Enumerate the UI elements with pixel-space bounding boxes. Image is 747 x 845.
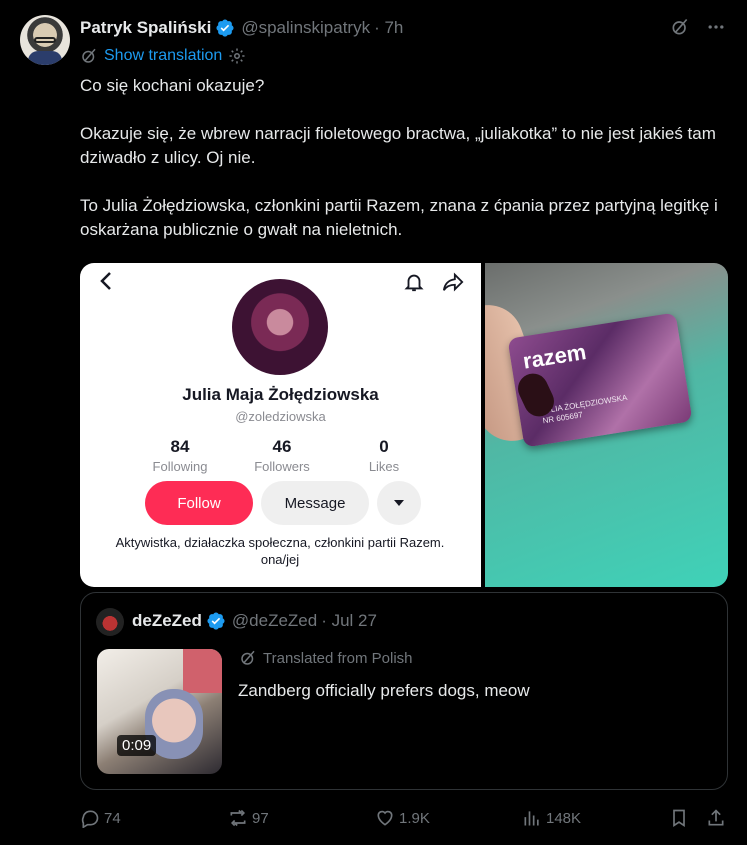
stat-label: Following xyxy=(152,459,208,474)
bookmark-icon xyxy=(673,809,685,828)
quote-video-thumbnail[interactable]: 0:09 xyxy=(97,649,222,774)
stat-label: Followers xyxy=(254,459,310,474)
profile-bio: Aktywistka, działaczka społeczna, członk… xyxy=(110,534,450,568)
like-button[interactable]: 1.9K xyxy=(375,806,430,830)
author-handle[interactable]: @spalinskipatryk xyxy=(241,18,370,38)
post-header: Patryk Spaliński @spalinskipatryk · 7h xyxy=(80,17,403,39)
message-button: Message xyxy=(261,481,369,525)
party-card-photo[interactable]: razem JULIA ŻOŁĘDZIOWSKA NR 605697 xyxy=(485,263,728,587)
stat-number: 46 xyxy=(272,437,292,456)
quote-author-name[interactable]: deZeZed xyxy=(132,611,202,631)
translation-row: Show translation xyxy=(80,47,246,65)
bell-icon xyxy=(404,274,424,292)
repost-count: 97 xyxy=(252,809,269,827)
post-paragraph: Okazuje się, że wbrew narracji fioletowe… xyxy=(80,124,716,167)
stat-followers: 46 Followers xyxy=(237,437,327,474)
stat-number: 84 xyxy=(170,437,190,456)
heart-icon xyxy=(377,810,393,826)
post-top-actions xyxy=(669,16,727,38)
post-media: Julia Maja Żołędziowska @zoledziowska 84… xyxy=(80,263,728,587)
reply-count: 74 xyxy=(104,809,121,827)
dropdown-button xyxy=(377,481,421,525)
post-paragraph: To Julia Żołędziowska, członkini partii … xyxy=(80,196,718,239)
views-chart-icon xyxy=(524,811,539,826)
repost-icon xyxy=(230,809,246,827)
post-text: Co się kochani okazuje? Okazuje się, że … xyxy=(80,74,730,242)
quote-avatar[interactable] xyxy=(96,608,124,636)
bookmark-button[interactable] xyxy=(669,806,689,830)
grok-translate-icon xyxy=(241,650,255,665)
repost-button[interactable]: 97 xyxy=(228,806,269,830)
stat-likes: 0 Likes xyxy=(339,437,429,474)
action-bar: 74 97 1.9K 148K xyxy=(80,806,728,830)
author-name[interactable]: Patryk Spaliński xyxy=(80,18,211,38)
reply-button[interactable]: 74 xyxy=(80,806,121,830)
video-duration: 0:09 xyxy=(117,735,157,756)
share-button[interactable] xyxy=(706,806,726,830)
views-button[interactable]: 148K xyxy=(522,806,581,830)
back-arrow-icon xyxy=(100,272,111,290)
stat-label: Likes xyxy=(368,459,400,474)
quote-translated-row: Translated from Polish xyxy=(239,649,413,667)
grok-translate-icon xyxy=(82,48,96,63)
stat-following: 84 Following xyxy=(135,437,225,474)
gear-icon[interactable] xyxy=(228,47,246,65)
follow-button: Follow xyxy=(145,481,253,525)
reply-icon xyxy=(81,810,99,828)
verified-badge-icon xyxy=(216,19,234,37)
quoted-post[interactable]: deZeZed @deZeZed · Jul 27 0:09 Translate… xyxy=(80,592,728,790)
bio-pronouns: ona/jej xyxy=(260,552,300,567)
quote-author-handle[interactable]: @deZeZed xyxy=(232,611,317,631)
show-translation-link[interactable]: Show translation xyxy=(104,47,222,65)
bio-line: Aktywistka, działaczka społeczna, członk… xyxy=(115,535,445,550)
profile-buttons: Follow Message xyxy=(145,481,421,525)
razem-logo: razem xyxy=(521,339,588,374)
verified-badge-icon xyxy=(207,612,225,630)
author-avatar[interactable] xyxy=(20,15,70,65)
views-count: 148K xyxy=(546,809,582,827)
grok-icon[interactable] xyxy=(669,16,691,38)
quote-time[interactable]: · Jul 27 xyxy=(321,611,377,631)
translated-label: Translated from Polish xyxy=(263,649,413,667)
profile-name: Julia Maja Żołędziowska xyxy=(182,385,379,404)
profile-username: @zoledziowska xyxy=(235,409,326,424)
post-time[interactable]: · 7h xyxy=(374,18,403,38)
tiktok-profile-screenshot[interactable]: Julia Maja Żołędziowska @zoledziowska 84… xyxy=(80,263,481,587)
avatar-glasses xyxy=(34,37,56,43)
post-paragraph: Co się kochani okazuje? xyxy=(80,76,265,95)
share-arrow-icon xyxy=(442,272,464,292)
profile-stats: 84 Following 46 Followers 0 Likes xyxy=(135,437,429,474)
avatar-shirt xyxy=(28,51,62,65)
quote-text: Zandberg officially prefers dogs, meow xyxy=(238,681,530,700)
share-icon xyxy=(708,809,724,826)
more-options-icon[interactable] xyxy=(705,16,727,38)
stat-number: 0 xyxy=(379,437,389,456)
caret-down-icon xyxy=(394,500,404,506)
profile-photo xyxy=(232,279,328,375)
thumb-background xyxy=(183,649,222,693)
like-count: 1.9K xyxy=(399,809,430,827)
quote-header: deZeZed @deZeZed · Jul 27 xyxy=(132,611,377,631)
